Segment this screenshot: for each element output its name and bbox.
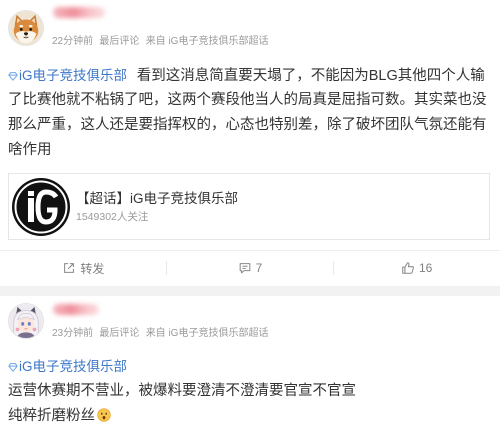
- supertopic-link-label: iG电子竞技俱乐部: [19, 68, 127, 83]
- thumbs-up-icon: [402, 262, 414, 274]
- like-button[interactable]: 16: [333, 251, 500, 285]
- last-comment-label: 最后评论: [99, 36, 140, 47]
- body-text: 啥作用: [8, 142, 52, 158]
- body-text: 那么严重，这人还是要指挥权的，心态也特别差，除了破坏团队气氛还能有: [8, 117, 487, 133]
- post-meta: 23分钟前 最后评论 来自 iG电子竞技俱乐部超话: [52, 328, 268, 340]
- supertopic-link-label: iG电子竞技俱乐部: [19, 359, 127, 374]
- post-time[interactable]: 22分钟前: [52, 36, 93, 47]
- repost-button[interactable]: 转发: [0, 251, 167, 285]
- action-bar: 转发 7 16: [0, 251, 500, 285]
- supertopic-diamond-icon: [8, 72, 18, 81]
- comment-count: 7: [255, 261, 263, 275]
- post-source[interactable]: 来自 iG电子竞技俱乐部超话: [146, 36, 269, 47]
- shiba-dog-avatar-icon: [9, 11, 43, 45]
- feed-separator: [0, 286, 500, 296]
- post-source[interactable]: 来自 iG电子竞技俱乐部超话: [146, 328, 269, 339]
- body-text: 运营休赛期不营业，被爆料要澄清不澄清要官宣不官宣: [8, 383, 356, 399]
- post-card: 23分钟前 最后评论 来自 iG电子竞技俱乐部超话 iG电子竞技俱乐部 运营休赛…: [0, 296, 500, 440]
- last-comment-label: 最后评论: [99, 328, 140, 339]
- post-card: 22分钟前 最后评论 来自 iG电子竞技俱乐部超话 iG电子竞技俱乐部 看到这消…: [0, 0, 500, 286]
- ig-club-logo: [12, 178, 70, 236]
- body-text: 纯粹折磨粉丝: [8, 408, 95, 424]
- body-line: iG电子竞技俱乐部 看到这消息简直要天塌了，不能因为BLG其他四个人输: [8, 63, 494, 88]
- body-text: 了比赛他就不粘锅了吧，这两个赛段他当人的局真是屈指可数。其实菜也没: [8, 92, 487, 108]
- supertopic-link[interactable]: iG电子竞技俱乐部: [8, 68, 131, 83]
- post-body: iG电子竞技俱乐部 运营休赛期不营业，被爆料要澄清不澄清要官宣不官宣 纯粹折磨粉…: [8, 354, 494, 429]
- username-blurred[interactable]: [53, 7, 105, 18]
- body-line: 纯粹折磨粉丝: [8, 404, 494, 429]
- user-avatar[interactable]: [8, 10, 44, 46]
- comment-button[interactable]: 7: [167, 251, 334, 285]
- repost-icon: [64, 263, 75, 273]
- supertopic-card[interactable]: 【超话】iG电子竞技俱乐部 1549302人关注: [8, 173, 490, 240]
- comment-icon: [239, 263, 250, 274]
- supertopic-card-title: 【超话】iG电子竞技俱乐部: [76, 191, 238, 206]
- action-separator: [333, 261, 334, 275]
- body-line: iG电子竞技俱乐部: [8, 354, 494, 379]
- body-text: 看到这消息简直要天塌了，不能因为BLG其他四个人输: [136, 68, 485, 84]
- surprised-face-emoji-icon: [97, 408, 111, 422]
- post-meta: 22分钟前 最后评论 来自 iG电子竞技俱乐部超话: [52, 36, 268, 48]
- username-blurred[interactable]: [53, 304, 99, 315]
- like-count: 16: [419, 261, 433, 275]
- post-body: iG电子竞技俱乐部 看到这消息简直要天塌了，不能因为BLG其他四个人输 了比赛他…: [8, 63, 494, 163]
- supertopic-diamond-icon: [8, 363, 18, 372]
- action-separator: [166, 261, 167, 275]
- supertopic-follower-count: 1549302人关注: [76, 211, 149, 223]
- repost-label: 转发: [80, 261, 105, 276]
- anime-character-avatar-icon: [9, 304, 43, 338]
- user-avatar[interactable]: [8, 303, 44, 339]
- supertopic-link[interactable]: iG电子竞技俱乐部: [8, 359, 127, 374]
- post-time[interactable]: 23分钟前: [52, 328, 93, 339]
